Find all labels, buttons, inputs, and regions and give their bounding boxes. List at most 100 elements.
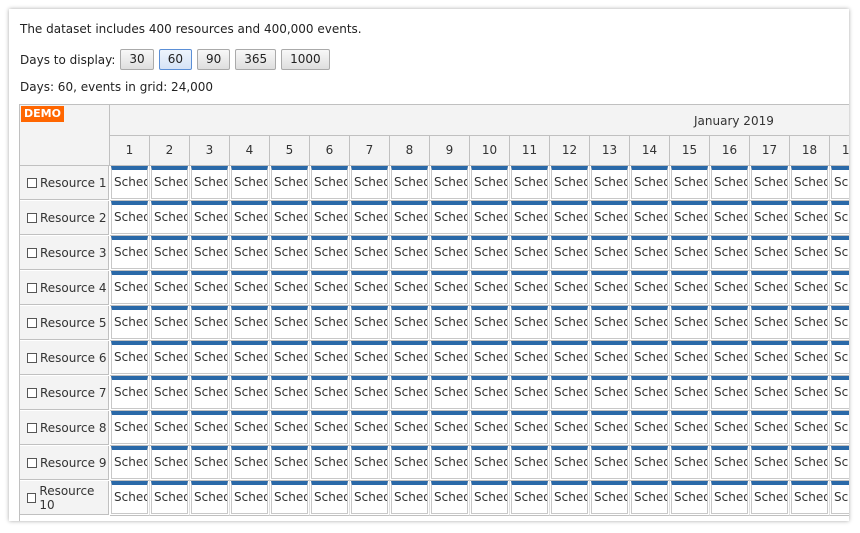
event-box[interactable]: Schedule [151, 481, 188, 514]
event-box[interactable]: Schedule [111, 271, 148, 304]
event-box[interactable]: Schedule [351, 376, 388, 409]
event-box[interactable]: Schedule [631, 376, 668, 409]
event-box[interactable]: Schedule [311, 411, 348, 444]
event-box[interactable]: Schedule [511, 411, 548, 444]
event-box[interactable]: Schedule [471, 166, 508, 199]
event-box[interactable]: Schedule [631, 166, 668, 199]
event-box[interactable]: Schedule [111, 446, 148, 479]
resource-checkbox[interactable] [27, 422, 37, 433]
event-box[interactable]: Schedule [191, 306, 228, 339]
event-box[interactable]: Schedule [591, 166, 628, 199]
event-box[interactable]: Schedule [231, 166, 268, 199]
event-box[interactable]: Schedule [791, 306, 828, 339]
event-box[interactable]: Schedule [391, 201, 428, 234]
event-box[interactable]: Schedule [831, 306, 849, 339]
event-box[interactable]: Schedule [191, 201, 228, 234]
event-box[interactable]: Schedule [431, 201, 468, 234]
event-box[interactable]: Schedule [391, 341, 428, 374]
event-box[interactable]: Schedule [831, 411, 849, 444]
event-box[interactable]: Schedule [111, 376, 148, 409]
event-box[interactable]: Schedule [591, 201, 628, 234]
event-box[interactable]: Schedule [791, 411, 828, 444]
event-box[interactable]: Schedule [231, 481, 268, 514]
event-box[interactable]: Schedule [791, 236, 828, 269]
event-box[interactable]: Schedule [431, 411, 468, 444]
resource-checkbox[interactable] [27, 387, 37, 398]
event-box[interactable]: Schedule [351, 271, 388, 304]
event-box[interactable]: Schedule [471, 411, 508, 444]
event-box[interactable]: Schedule [271, 271, 308, 304]
event-box[interactable]: Schedule [111, 236, 148, 269]
event-box[interactable]: Schedule [391, 446, 428, 479]
event-box[interactable]: Schedule [591, 446, 628, 479]
resource-checkbox[interactable] [27, 282, 37, 293]
event-box[interactable]: Schedule [511, 306, 548, 339]
event-box[interactable]: Schedule [271, 376, 308, 409]
resource-header[interactable]: Resource 10 [20, 481, 109, 515]
event-box[interactable]: Schedule [271, 481, 308, 514]
event-box[interactable]: Schedule [431, 376, 468, 409]
event-box[interactable]: Schedule [151, 306, 188, 339]
event-box[interactable]: Schedule [191, 236, 228, 269]
event-box[interactable]: Schedule [551, 201, 588, 234]
event-box[interactable]: Schedule [111, 481, 148, 514]
event-box[interactable]: Schedule [311, 481, 348, 514]
event-box[interactable]: Schedule [391, 271, 428, 304]
event-box[interactable]: Schedule [431, 341, 468, 374]
event-box[interactable]: Schedule [391, 411, 428, 444]
event-box[interactable]: Schedule [391, 376, 428, 409]
event-box[interactable]: Schedule [151, 341, 188, 374]
event-box[interactable]: Schedule [471, 376, 508, 409]
event-box[interactable]: Schedule [831, 201, 849, 234]
resource-checkbox[interactable] [27, 317, 37, 328]
event-box[interactable]: Schedule [671, 341, 708, 374]
event-box[interactable]: Schedule [831, 446, 849, 479]
event-box[interactable]: Schedule [831, 271, 849, 304]
event-box[interactable]: Schedule [631, 446, 668, 479]
event-box[interactable]: Schedule [271, 341, 308, 374]
event-box[interactable]: Schedule [791, 271, 828, 304]
event-box[interactable]: Schedule [671, 271, 708, 304]
resource-header[interactable]: Resource 5 [20, 306, 109, 340]
event-box[interactable]: Schedule [711, 341, 748, 374]
event-box[interactable]: Schedule [631, 236, 668, 269]
event-box[interactable]: Schedule [751, 341, 788, 374]
event-box[interactable]: Schedule [351, 411, 388, 444]
event-box[interactable]: Schedule [351, 481, 388, 514]
event-box[interactable]: Schedule [311, 341, 348, 374]
event-box[interactable]: Schedule [751, 166, 788, 199]
event-box[interactable]: Schedule [471, 271, 508, 304]
event-box[interactable]: Schedule [711, 306, 748, 339]
event-box[interactable]: Schedule [631, 481, 668, 514]
event-box[interactable]: Schedule [671, 201, 708, 234]
resource-header[interactable]: Resource 1 [20, 166, 109, 200]
event-box[interactable]: Schedule [671, 306, 708, 339]
event-box[interactable]: Schedule [351, 341, 388, 374]
event-box[interactable]: Schedule [431, 166, 468, 199]
event-box[interactable]: Schedule [831, 236, 849, 269]
event-box[interactable]: Schedule [271, 411, 308, 444]
event-box[interactable]: Schedule [191, 411, 228, 444]
event-box[interactable]: Schedule [511, 446, 548, 479]
resource-header[interactable]: Resource 2 [20, 201, 109, 235]
event-box[interactable]: Schedule [791, 166, 828, 199]
event-box[interactable]: Schedule [231, 341, 268, 374]
event-box[interactable]: Schedule [231, 446, 268, 479]
resource-checkbox[interactable] [27, 177, 37, 188]
event-box[interactable]: Schedule [271, 201, 308, 234]
event-box[interactable]: Schedule [311, 306, 348, 339]
event-box[interactable]: Schedule [591, 341, 628, 374]
event-box[interactable]: Schedule [631, 271, 668, 304]
event-box[interactable]: Schedule [591, 236, 628, 269]
event-box[interactable]: Schedule [751, 481, 788, 514]
event-box[interactable]: Schedule [351, 236, 388, 269]
event-box[interactable]: Schedule [151, 236, 188, 269]
event-box[interactable]: Schedule [191, 376, 228, 409]
event-box[interactable]: Schedule [471, 446, 508, 479]
resource-checkbox[interactable] [27, 492, 37, 503]
event-box[interactable]: Schedule [431, 446, 468, 479]
event-box[interactable]: Schedule [191, 166, 228, 199]
event-box[interactable]: Schedule [111, 306, 148, 339]
event-box[interactable]: Schedule [711, 236, 748, 269]
event-box[interactable]: Schedule [631, 306, 668, 339]
